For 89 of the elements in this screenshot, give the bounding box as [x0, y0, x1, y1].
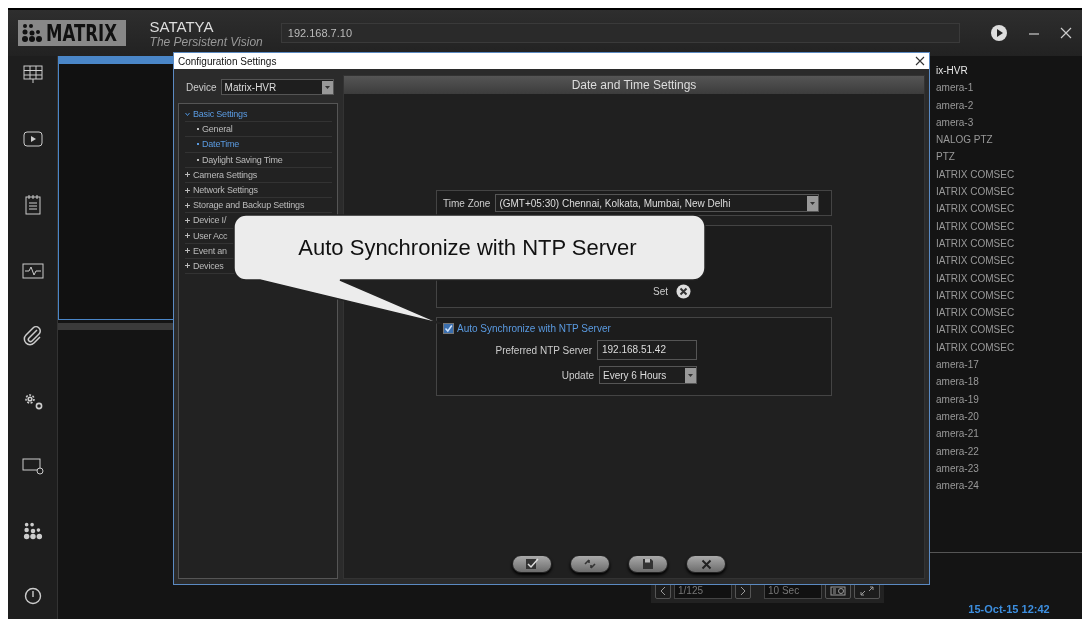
camera-list-item[interactable]: IATRIX COMSEC [936, 269, 1082, 287]
camera-list-item[interactable]: IATRIX COMSEC [936, 252, 1082, 270]
close-icon[interactable] [915, 56, 925, 66]
expand-icon [860, 586, 874, 596]
tree-item[interactable]: Daylight Saving Time [185, 153, 283, 166]
caret-icon[interactable] [321, 80, 333, 94]
chevron-right-icon [740, 586, 746, 596]
tree-item[interactable]: User Acc [185, 229, 228, 242]
save-button[interactable] [628, 555, 668, 573]
dots-icon[interactable] [22, 521, 43, 542]
tree-item[interactable]: Basic Settings [185, 108, 248, 121]
tree-item[interactable]: Event an [185, 244, 227, 257]
play-icon[interactable] [22, 129, 43, 148]
camera-list-item[interactable]: amera-21 [936, 425, 1082, 443]
device-dropdown[interactable]: Matrix-HVR [220, 79, 334, 95]
close-icon [700, 558, 712, 570]
dialog-title: Configuration Settings [178, 55, 277, 67]
caret-icon[interactable] [807, 195, 818, 211]
tree-item[interactable]: DateTime [185, 138, 240, 151]
tagline: The Persistent Vision [149, 35, 263, 48]
checkmark-icon [525, 558, 539, 570]
camera-list-item[interactable]: amera-18 [936, 373, 1082, 391]
plus-icon [185, 187, 190, 193]
video-tile[interactable] [58, 64, 174, 320]
paperclip-icon[interactable] [22, 325, 43, 346]
panel-header: Date and Time Settings [344, 76, 924, 94]
monitor-wave-icon[interactable] [21, 261, 44, 280]
plus-icon [185, 233, 190, 239]
update-dropdown[interactable]: Every 6 Hours [599, 366, 697, 384]
cancel-button[interactable] [686, 555, 726, 573]
tree-item[interactable]: Storage and Backup Settings [185, 199, 305, 212]
product-name: SATATYA [149, 18, 215, 34]
camera-list-item[interactable]: ix-HVR [936, 62, 1082, 80]
camera-list-item[interactable]: amera-2 [936, 96, 1082, 114]
camera-list-item[interactable]: NALOG PTZ [936, 131, 1082, 149]
grid-icon[interactable] [22, 64, 43, 84]
tree-item[interactable]: Camera Settings [185, 168, 258, 181]
ntp-server-label: Preferred NTP Server [495, 344, 592, 356]
camera-list-item[interactable]: amera-3 [936, 113, 1082, 132]
date-time-text: 15-Oct-15 12:42 [967, 603, 1051, 617]
tree-item[interactable]: Device I/ [185, 214, 227, 227]
tree-item[interactable]: Devices [185, 259, 224, 272]
apply-button[interactable] [512, 555, 552, 573]
monitor-icon[interactable] [21, 457, 44, 476]
camera-list-item[interactable]: amera-20 [936, 407, 1082, 426]
arrows-icon [583, 558, 597, 570]
chevron-left-icon [660, 586, 666, 596]
callout-text: Auto Synchronize with NTP Server [298, 235, 637, 261]
camera-list-item[interactable]: IATRIX COMSEC [936, 286, 1082, 305]
calendar-icon[interactable] [23, 193, 42, 216]
plus-icon [185, 202, 190, 208]
tree-item[interactable]: Network Settings [185, 184, 258, 197]
sequence-icon [830, 586, 846, 596]
dots-logo-icon [21, 22, 43, 44]
plus-icon [185, 217, 190, 223]
ntp-checkbox[interactable] [443, 323, 454, 334]
caret-icon[interactable] [685, 367, 696, 383]
camera-list-item[interactable]: amera-17 [936, 356, 1082, 374]
camera-list-item[interactable]: IATRIX COMSEC [936, 217, 1082, 235]
set-button[interactable] [676, 284, 691, 299]
plus-icon [185, 248, 190, 254]
camera-list-item[interactable]: IATRIX COMSEC [936, 200, 1082, 218]
camera-list-item[interactable]: IATRIX COMSEC [936, 304, 1082, 322]
power-icon[interactable] [23, 587, 42, 605]
ntp-checkbox-label[interactable]: Auto Synchronize with NTP Server [457, 323, 611, 334]
camera-list-item[interactable]: amera-22 [936, 442, 1082, 460]
plus-icon [185, 263, 190, 269]
plus-icon [185, 172, 190, 178]
camera-list-item[interactable]: IATRIX COMSEC [936, 183, 1082, 201]
camera-list-item[interactable]: amera-1 [936, 79, 1082, 97]
set-label: Set [653, 286, 668, 297]
camera-list-item[interactable]: amera-23 [936, 459, 1082, 478]
camera-list-item[interactable]: amera-24 [936, 477, 1082, 495]
device-label: Device [186, 81, 217, 93]
camera-list-item[interactable]: IATRIX COMSEC [936, 338, 1082, 357]
update-label: Update [561, 369, 594, 381]
camera-list-item[interactable]: amera-19 [936, 390, 1082, 408]
camera-list-item[interactable]: IATRIX COMSEC [936, 321, 1082, 339]
chevron-icon [185, 111, 190, 117]
camera-list-item[interactable]: IATRIX COMSEC [936, 165, 1082, 184]
time-zone-label: Time Zone [443, 197, 491, 209]
tree-item[interactable]: General [185, 123, 233, 136]
camera-list-item[interactable]: IATRIX COMSEC [936, 234, 1082, 253]
refresh-button[interactable] [570, 555, 610, 573]
ntp-server-field[interactable]: 192.168.51.42 [597, 340, 697, 360]
time-zone-dropdown[interactable]: (GMT+05:30) Chennai, Kolkata, Mumbai, New Delhi [495, 194, 819, 212]
address-field[interactable]: 192.168.7.10 [280, 23, 960, 43]
play-button[interactable] [990, 24, 1008, 42]
camera-list-item[interactable]: PTZ [936, 148, 1082, 166]
